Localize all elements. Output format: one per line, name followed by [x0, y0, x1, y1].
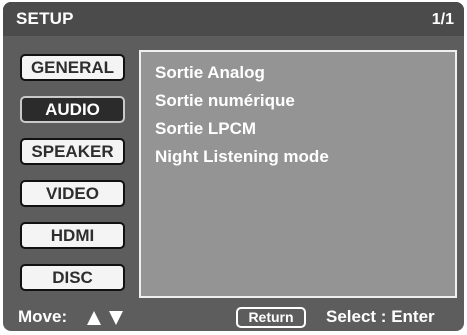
return-button[interactable]: Return	[236, 307, 306, 328]
menu-button-speaker[interactable]: SPEAKER	[20, 138, 125, 165]
move-hint-label: Move:	[18, 307, 68, 326]
option-night-listening-mode[interactable]: Night Listening mode	[155, 147, 329, 167]
option-sortie-numerique[interactable]: Sortie numérique	[155, 91, 295, 111]
page-indicator: 1/1	[431, 11, 454, 28]
menu-button-general[interactable]: GENERAL	[20, 54, 125, 81]
menu-button-video[interactable]: VIDEO	[20, 180, 125, 207]
setup-screen: SETUP 1/1 GENERAL AUDIO SPEAKER VIDEO HD…	[3, 2, 464, 331]
arrow-up-icon	[87, 311, 101, 325]
page-title: SETUP	[16, 9, 74, 28]
arrow-down-icon	[109, 311, 123, 325]
menu-button-audio[interactable]: AUDIO	[20, 96, 125, 123]
menu-button-hdmi[interactable]: HDMI	[20, 222, 125, 249]
title-bar: SETUP 1/1	[3, 2, 464, 36]
audio-options-panel: Sortie Analog Sortie numérique Sortie LP…	[139, 50, 457, 298]
option-sortie-lpcm[interactable]: Sortie LPCM	[155, 119, 256, 139]
option-sortie-analog[interactable]: Sortie Analog	[155, 63, 265, 83]
select-hint-label: Select : Enter	[326, 307, 435, 326]
menu-button-disc[interactable]: DISC	[20, 264, 125, 291]
